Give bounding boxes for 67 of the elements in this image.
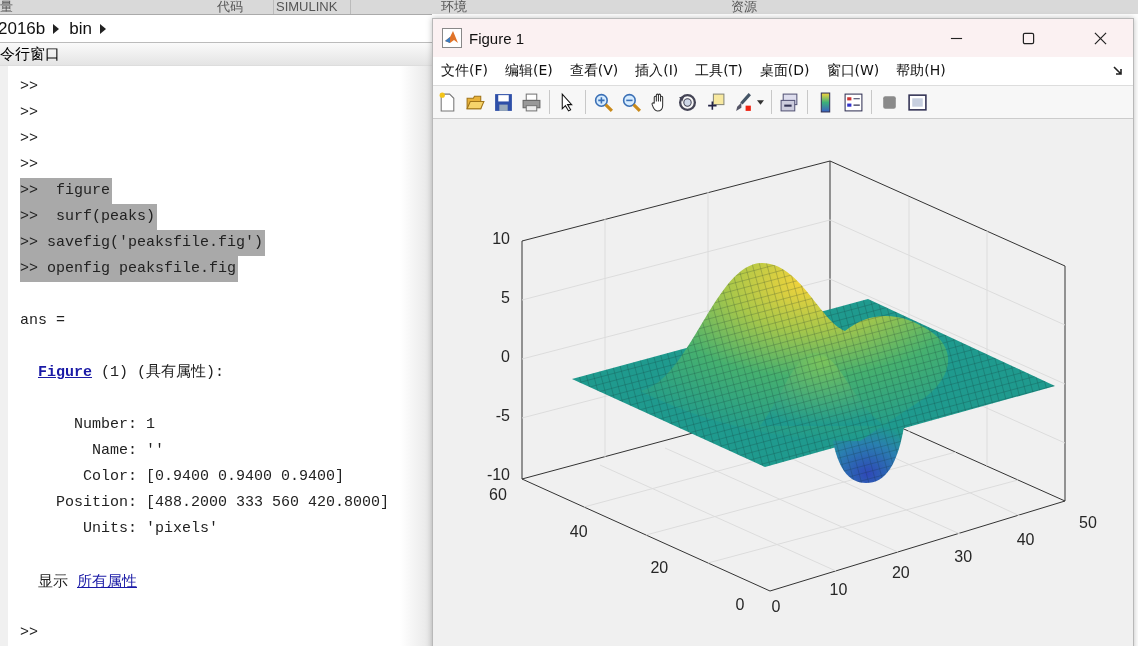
output-text: ans = (20, 311, 65, 331)
dock-arrow-icon[interactable] (1113, 66, 1123, 76)
ribbon-tab[interactable]: 环境 (351, 0, 641, 14)
breadcrumb-arrow-icon[interactable] (53, 23, 60, 34)
axis-tick-label: 20 (891, 564, 910, 582)
menu-item[interactable]: 查看(V) (569, 62, 619, 80)
ribbon-tab[interactable]: 代码 (165, 0, 273, 14)
output-text: (1) (具有属性): (101, 363, 225, 383)
menu-item[interactable]: 帮助(H) (896, 62, 946, 80)
maximize-icon[interactable] (1022, 31, 1035, 45)
breadcrumb-arrow-icon[interactable] (99, 23, 106, 34)
menu-item[interactable]: 文件(F) (441, 62, 488, 80)
property-value: '' (146, 441, 164, 461)
command-line: >> (20, 77, 39, 97)
axis-tick-label: 40 (569, 522, 588, 540)
property-label: Color: (82, 467, 137, 487)
menu-item[interactable]: 编辑(E) (505, 62, 553, 80)
command-line: >> (20, 155, 39, 175)
axis-tick-label: 20 (650, 559, 669, 577)
print-icon[interactable] (521, 91, 542, 113)
zoom-out-icon[interactable] (621, 91, 642, 113)
axis-tick-label: -5 (495, 407, 510, 424)
property-label: Number: (73, 415, 137, 435)
menu-item[interactable]: 桌面(D) (759, 62, 810, 80)
ribbon-tab[interactable]: 资源 (641, 0, 851, 14)
axis-tick-label: -10 (486, 466, 510, 483)
axis-tick-label: 5 (501, 289, 510, 306)
brush-icon[interactable] (733, 91, 754, 113)
save-icon[interactable] (493, 91, 514, 113)
menu-item[interactable]: 窗口(W) (826, 62, 880, 80)
all-properties-link[interactable]: 所有属性 (77, 568, 137, 594)
axis-tick-label: 50 (1079, 514, 1097, 531)
data-cursor-icon[interactable] (705, 91, 726, 113)
link-plot-icon[interactable] (779, 91, 800, 113)
axis-tick-label: 60 (489, 486, 507, 503)
property-value: [0.9400 0.9400 0.9400] (146, 467, 345, 487)
command-line: >> (20, 129, 39, 149)
property-value: 1 (146, 415, 155, 435)
menu-item[interactable]: 插入(I) (635, 62, 679, 80)
property-value: [488.2000 333 560 420.8000] (146, 493, 390, 513)
property-label: Name: (91, 441, 137, 461)
axis-tick-label: 0 (735, 596, 745, 613)
axis-tick-label: 10 (492, 230, 510, 247)
panel-title: 令行窗口 (0, 44, 60, 64)
property-value: 'pixels' (146, 519, 218, 539)
output-text: 显示 (38, 571, 68, 592)
plot-tools-icon[interactable] (907, 91, 928, 113)
command-line: >> (20, 623, 39, 643)
property-label: Units: (82, 519, 137, 539)
axis-tick-label: 30 (954, 547, 973, 565)
ribbon-tab[interactable]: 量 (0, 0, 165, 14)
close-icon[interactable] (1094, 31, 1107, 45)
caret-icon[interactable] (757, 99, 764, 105)
axis-tick-label: 0 (771, 598, 781, 615)
legend-icon[interactable] (843, 91, 864, 113)
command-line: >> (20, 103, 39, 123)
figure-link[interactable]: Figure (38, 364, 92, 381)
rotate-icon[interactable] (677, 91, 698, 113)
zoom-in-icon[interactable] (593, 91, 614, 113)
menu-item[interactable]: 工具(T) (695, 62, 743, 80)
property-label: Position: (55, 493, 137, 513)
axis-tick-label: 40 (1016, 530, 1035, 548)
breadcrumb-item[interactable]: bin (69, 18, 94, 39)
axis-tick-label: 0 (501, 348, 510, 365)
window-title: Figure 1 (469, 29, 525, 47)
matlab-logo-icon (442, 28, 462, 48)
axis-tick-label: 10 (829, 581, 848, 599)
